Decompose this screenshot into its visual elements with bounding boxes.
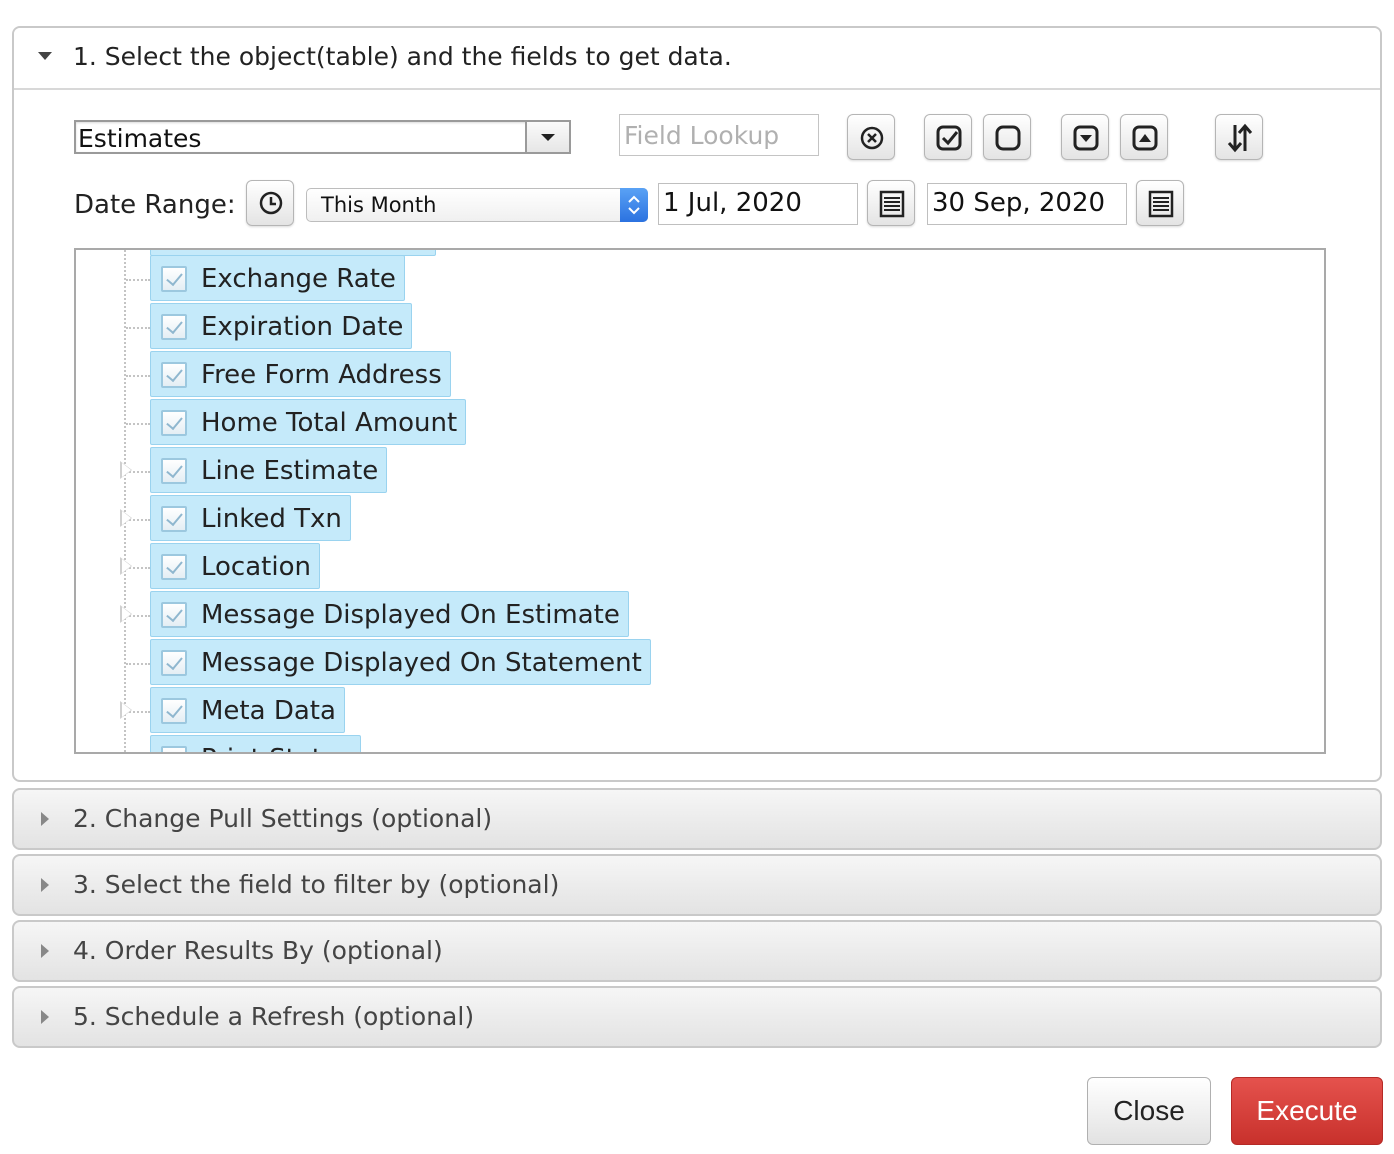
- field-chip[interactable]: Expiration Date: [150, 303, 413, 349]
- calendar-icon: [1148, 190, 1174, 218]
- section-schedule-refresh[interactable]: 5. Schedule a Refresh (optional): [12, 986, 1382, 1048]
- date-to-input[interactable]: 30 Sep, 2020: [927, 183, 1127, 225]
- field-chip[interactable]: Print Status: [150, 735, 361, 752]
- close-button[interactable]: Close: [1087, 1077, 1211, 1145]
- period-select-value: This Month: [321, 193, 437, 217]
- section-1-header[interactable]: 1. Select the object(table) and the fiel…: [14, 28, 1380, 90]
- clock-icon: [259, 191, 283, 215]
- caret-right-icon: [41, 812, 49, 826]
- field-chip[interactable]: Meta Data: [150, 687, 345, 733]
- expand-arrow-icon[interactable]: [120, 461, 132, 479]
- expand-arrow-icon[interactable]: [120, 701, 132, 719]
- field-chip[interactable]: Location: [150, 543, 320, 589]
- period-select[interactable]: This Month: [306, 188, 648, 222]
- sort-icon: [1227, 123, 1253, 153]
- expand-arrow-icon[interactable]: [120, 557, 132, 575]
- object-select[interactable]: Estimates: [74, 120, 571, 154]
- field-tree[interactable]: Exchange Rate Expiration Date Free Form …: [74, 248, 1326, 754]
- dropdown-arrow-icon[interactable]: [525, 122, 569, 152]
- caret-down-icon: [38, 52, 52, 60]
- clear-icon: [860, 126, 884, 150]
- caret-right-icon: [41, 944, 49, 958]
- field-chip[interactable]: Linked Txn: [150, 495, 351, 541]
- checkbox-checked-icon[interactable]: [161, 698, 187, 724]
- collapse-all-icon: [1132, 125, 1158, 151]
- expand-arrow-icon[interactable]: [120, 605, 132, 623]
- section-order-results[interactable]: 4. Order Results By (optional): [12, 920, 1382, 982]
- section-2-title: 2. Change Pull Settings (optional): [73, 804, 493, 833]
- checkbox-checked-icon[interactable]: [161, 554, 187, 580]
- field-chip[interactable]: Free Form Address: [150, 351, 451, 397]
- checkbox-checked-icon[interactable]: [161, 266, 187, 292]
- check-all-icon: [936, 125, 962, 151]
- checkbox-checked-icon[interactable]: [161, 458, 187, 484]
- section-filter-field[interactable]: 3. Select the field to filter by (option…: [12, 854, 1382, 916]
- field-chip[interactable]: Message Displayed On Estimate: [150, 591, 629, 637]
- date-range-label: Date Range:: [74, 190, 236, 220]
- field-chip[interactable]: Exchange Rate: [150, 255, 405, 301]
- checkbox-checked-icon[interactable]: [161, 506, 187, 532]
- date-to-calendar-button[interactable]: [1136, 180, 1184, 226]
- checkbox-checked-icon[interactable]: [161, 410, 187, 436]
- date-range-clock-button[interactable]: [246, 180, 294, 226]
- check-all-button[interactable]: [924, 114, 972, 160]
- uncheck-all-icon: [995, 125, 1021, 151]
- execute-button[interactable]: Execute: [1231, 1077, 1383, 1145]
- collapse-all-button[interactable]: [1120, 114, 1168, 160]
- section-5-title: 5. Schedule a Refresh (optional): [73, 1002, 475, 1031]
- calendar-icon: [879, 190, 905, 218]
- field-lookup-input[interactable]: [619, 114, 819, 156]
- section-pull-settings[interactable]: 2. Change Pull Settings (optional): [12, 788, 1382, 850]
- sort-button[interactable]: [1215, 114, 1263, 160]
- section-3-title: 3. Select the field to filter by (option…: [73, 870, 560, 899]
- select-stepper-icon[interactable]: [620, 188, 648, 222]
- checkbox-checked-icon[interactable]: [161, 362, 187, 388]
- field-chip[interactable]: Home Total Amount: [150, 399, 467, 445]
- uncheck-all-button[interactable]: [983, 114, 1031, 160]
- checkbox-checked-icon[interactable]: [161, 602, 187, 628]
- caret-right-icon: [41, 878, 49, 892]
- date-from-input[interactable]: 1 Jul, 2020: [658, 183, 858, 225]
- expand-arrow-icon[interactable]: [120, 509, 132, 527]
- checkbox-checked-icon[interactable]: [161, 746, 187, 752]
- expand-all-icon: [1073, 125, 1099, 151]
- section-select-object: 1. Select the object(table) and the fiel…: [12, 26, 1382, 782]
- object-select-value: Estimates: [78, 124, 202, 153]
- field-chip[interactable]: Message Displayed On Statement: [150, 639, 651, 685]
- caret-right-icon: [41, 1010, 49, 1024]
- section-1-title: 1. Select the object(table) and the fiel…: [73, 42, 732, 71]
- section-4-title: 4. Order Results By (optional): [73, 936, 443, 965]
- expand-all-button[interactable]: [1061, 114, 1109, 160]
- checkbox-checked-icon[interactable]: [161, 314, 187, 340]
- field-chip[interactable]: Line Estimate: [150, 447, 388, 493]
- checkbox-checked-icon[interactable]: [161, 650, 187, 676]
- clear-button[interactable]: [847, 114, 895, 160]
- date-from-calendar-button[interactable]: [867, 180, 915, 226]
